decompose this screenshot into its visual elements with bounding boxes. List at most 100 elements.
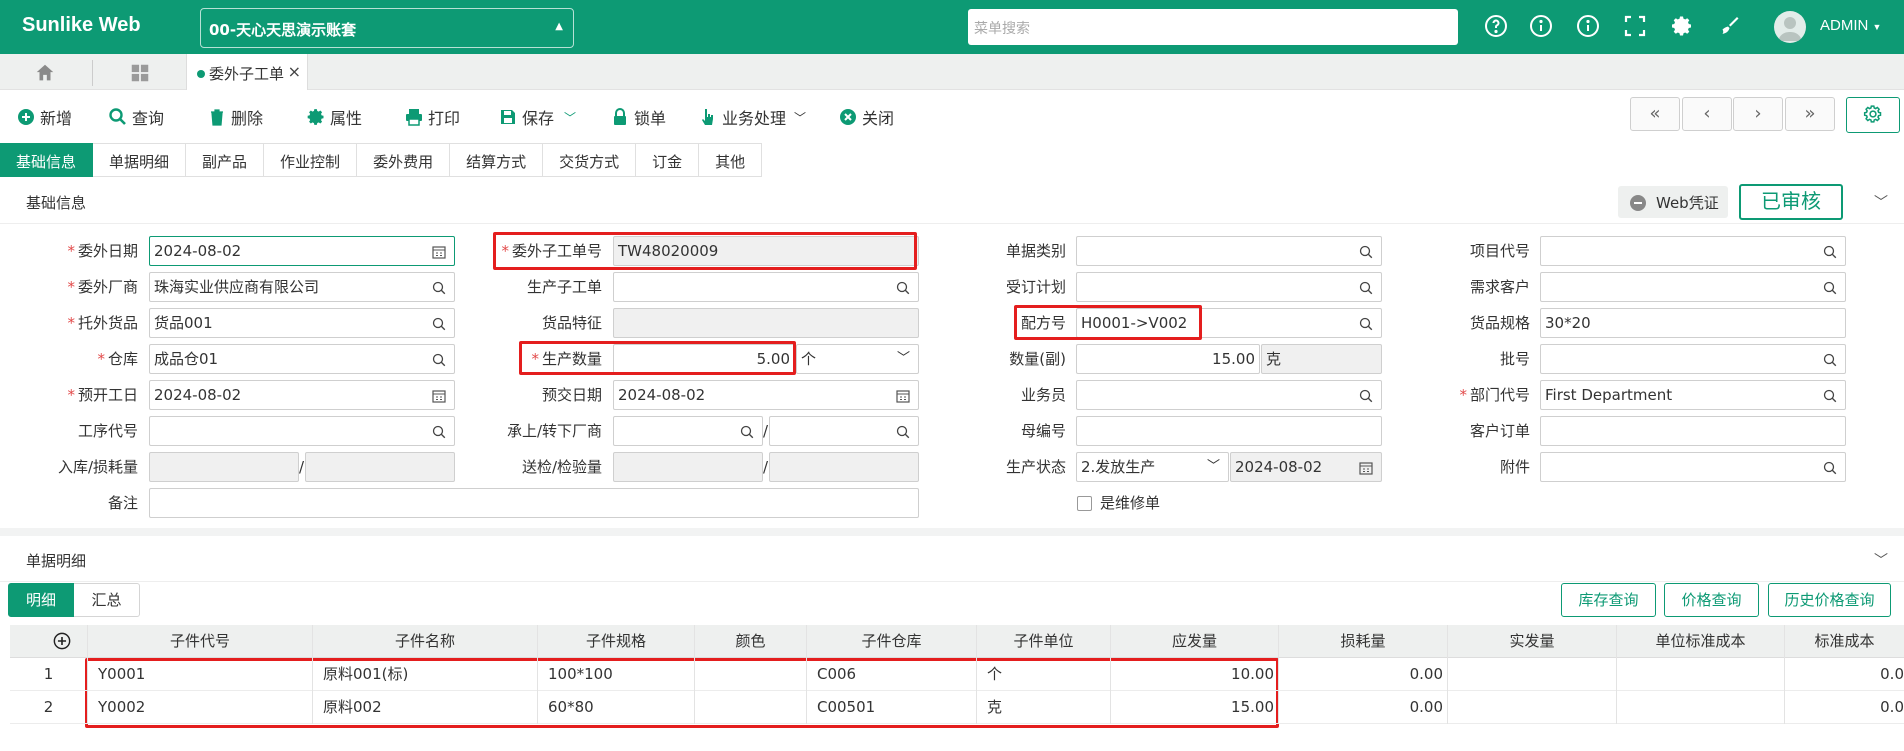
prod-status-select[interactable]: 2.发放生产 ﹀ — [1076, 452, 1229, 482]
tab-settlement[interactable]: 结算方式 — [450, 143, 544, 177]
prod-suborder-field[interactable] — [613, 272, 919, 302]
tab-outsource-suborder[interactable]: 委外子工单 × — [186, 54, 308, 90]
cell-qty[interactable]: 10.00 — [1111, 658, 1279, 691]
home-icon[interactable] — [20, 60, 74, 86]
tab-by-product[interactable]: 副产品 — [186, 143, 265, 177]
cell-spec[interactable]: 60*80 — [538, 691, 695, 724]
user-avatar[interactable] — [1774, 11, 1806, 43]
cell-color[interactable] — [695, 658, 807, 691]
cell-unit[interactable]: 克 — [977, 691, 1111, 724]
customer-order-field[interactable] — [1540, 416, 1846, 446]
fullscreen-icon[interactable] — [1622, 14, 1648, 40]
search-icon[interactable] — [432, 353, 446, 367]
web-voucher-button[interactable]: Web凭证 — [1618, 186, 1728, 218]
menu-search-input[interactable]: 菜单搜索 — [968, 9, 1458, 45]
cell-unit[interactable]: 个 — [977, 658, 1111, 691]
search-icon[interactable] — [1823, 389, 1837, 403]
history-price-query-button[interactable]: 历史价格查询 — [1768, 583, 1891, 617]
salesman-field[interactable] — [1076, 380, 1382, 410]
cell-cost[interactable]: 0.0 — [1785, 658, 1904, 691]
cell-actual[interactable] — [1448, 691, 1617, 724]
delete-button[interactable]: 删除 — [207, 105, 263, 129]
help-icon[interactable] — [1483, 14, 1509, 40]
cell-actual[interactable] — [1448, 658, 1617, 691]
close-button[interactable]: 关闭 — [838, 105, 894, 129]
business-button[interactable]: 业务处理 ﹀ — [698, 105, 806, 129]
warehouse-field[interactable]: 成品仓01 — [149, 344, 455, 374]
tab-delivery[interactable]: 交货方式 — [543, 143, 637, 177]
tab-doc-detail[interactable]: 单据明细 — [93, 143, 187, 177]
search-icon[interactable] — [1359, 389, 1373, 403]
chevron-down-icon[interactable]: ﹀ — [1874, 192, 1888, 212]
order-plan-field[interactable] — [1076, 272, 1382, 302]
cell-qty[interactable]: 15.00 — [1111, 691, 1279, 724]
remark-field[interactable] — [149, 488, 919, 518]
upstream-vendor-field[interactable] — [613, 416, 763, 446]
stock-query-button[interactable]: 库存查询 — [1561, 583, 1656, 617]
outsource-date-field[interactable]: 2024-08-02 — [149, 236, 455, 266]
search-icon[interactable] — [432, 281, 446, 295]
cell-spec[interactable]: 100*100 — [538, 658, 695, 691]
tab-basic-info[interactable]: 基础信息 — [0, 143, 94, 177]
cell-color[interactable] — [695, 691, 807, 724]
prod-unit-select[interactable]: 个 ﹀ — [796, 344, 919, 374]
cell-unit-cost[interactable] — [1617, 691, 1785, 724]
tab-outsource-fee[interactable]: 委外费用 — [357, 143, 451, 177]
page-settings-button[interactable] — [1846, 97, 1900, 133]
search-icon[interactable] — [1359, 317, 1373, 331]
search-icon[interactable] — [432, 317, 446, 331]
start-date-field[interactable]: 2024-08-02 — [149, 380, 455, 410]
process-code-field[interactable] — [149, 416, 455, 446]
gear-icon[interactable] — [1669, 14, 1695, 40]
doc-type-field[interactable] — [1076, 236, 1382, 266]
cell-name[interactable]: 原料002 — [313, 691, 538, 724]
brush-icon[interactable] — [1716, 14, 1742, 40]
vendor-field[interactable]: 珠海实业供应商有限公司 — [149, 272, 455, 302]
account-select[interactable]: 00-天心天思演示账套 ▲ — [200, 8, 574, 48]
cell-code[interactable]: Y0001 — [88, 658, 313, 691]
search-icon[interactable] — [1359, 281, 1373, 295]
demand-customer-field[interactable] — [1540, 272, 1846, 302]
add-button[interactable]: 新增 — [16, 105, 72, 129]
cell-cost[interactable]: 0.0 — [1785, 691, 1904, 724]
first-record-button[interactable]: « — [1630, 97, 1680, 131]
last-record-button[interactable]: » — [1785, 97, 1835, 131]
price-query-button[interactable]: 价格查询 — [1664, 583, 1759, 617]
cell-name[interactable]: 原料001(标) — [313, 658, 538, 691]
table-row[interactable]: 1 Y0001 原料001(标) 100*100 C006 个 10.00 0.… — [10, 658, 1904, 691]
grid-apps-icon[interactable] — [92, 60, 182, 86]
batch-field[interactable] — [1540, 344, 1846, 374]
search-icon[interactable] — [432, 425, 446, 439]
user-menu[interactable]: ADMIN ▼ — [1820, 17, 1881, 34]
search-icon[interactable] — [1823, 281, 1837, 295]
tab-job-control[interactable]: 作业控制 — [264, 143, 358, 177]
cell-warehouse[interactable]: C006 — [807, 658, 977, 691]
save-button[interactable]: 保存 ﹀ — [498, 105, 576, 129]
parent-no-field[interactable] — [1076, 416, 1382, 446]
search-icon[interactable] — [896, 281, 910, 295]
next-record-button[interactable]: › — [1733, 97, 1783, 131]
search-icon[interactable] — [1823, 353, 1837, 367]
prev-record-button[interactable]: ‹ — [1682, 97, 1732, 131]
add-row-icon[interactable] — [10, 625, 88, 658]
info-icon[interactable] — [1528, 14, 1554, 40]
tab-deposit[interactable]: 订金 — [636, 143, 700, 177]
table-row[interactable]: 2 Y0002 原料002 60*80 C00501 克 15.00 0.00 … — [10, 691, 1904, 724]
search-icon[interactable] — [896, 425, 910, 439]
lock-button[interactable]: 锁单 — [610, 105, 666, 129]
downstream-vendor-field[interactable] — [769, 416, 919, 446]
tab-summary[interactable]: 汇总 — [74, 583, 140, 617]
cell-loss[interactable]: 0.00 — [1279, 691, 1448, 724]
attachment-field[interactable] — [1540, 452, 1846, 482]
print-button[interactable]: 打印 — [404, 105, 460, 129]
is-repair-checkbox[interactable] — [1077, 496, 1092, 511]
close-tab-icon[interactable]: × — [288, 62, 301, 81]
cell-loss[interactable]: 0.00 — [1279, 658, 1448, 691]
cell-code[interactable]: Y0002 — [88, 691, 313, 724]
cell-warehouse[interactable]: C00501 — [807, 691, 977, 724]
goods-spec-field[interactable]: 30*20 — [1540, 308, 1846, 338]
search-icon[interactable] — [1823, 245, 1837, 259]
tab-detail[interactable]: 明细 — [8, 583, 74, 617]
chevron-down-icon[interactable]: ﹀ — [1874, 550, 1888, 570]
chevron-down-icon[interactable]: ﹀ — [564, 109, 576, 126]
